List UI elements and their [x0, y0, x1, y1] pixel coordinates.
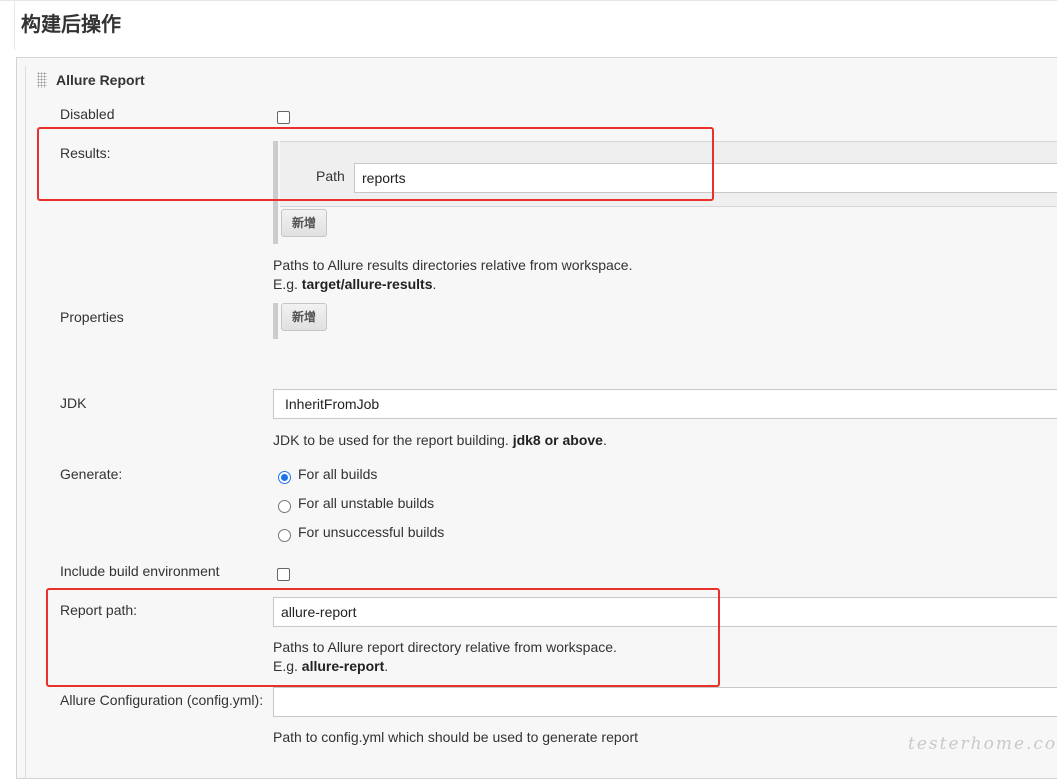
config-input[interactable] — [273, 687, 1057, 717]
radio-all-builds-label[interactable]: For all builds — [298, 466, 377, 482]
results-help-line1: Paths to Allure results directories rela… — [273, 257, 633, 273]
include-env-label: Include build environment — [60, 563, 220, 579]
jdk-help: JDK to be used for the report building. … — [273, 431, 607, 450]
results-help-eg-prefix: E.g. — [273, 276, 302, 292]
results-help-eg-suffix: . — [432, 276, 437, 292]
radio-unsuccessful-builds-label[interactable]: For unsuccessful builds — [298, 524, 444, 540]
drag-handle-icon[interactable] — [37, 72, 47, 88]
section-title: 构建后操作 — [21, 14, 121, 36]
results-add-button[interactable]: 新增 — [281, 209, 327, 237]
jdk-help-bold: jdk8 or above — [512, 432, 603, 448]
generate-label: Generate: — [60, 466, 123, 482]
radio-unsuccessful-builds[interactable] — [278, 529, 291, 542]
left-divider — [14, 0, 15, 50]
results-highlight-box — [37, 127, 714, 201]
plugin-title: Allure Report — [56, 72, 145, 88]
properties-repeatable — [273, 303, 278, 339]
results-help: Paths to Allure results directories rela… — [273, 256, 632, 294]
results-help-eg-value: target/allure-results — [301, 276, 433, 292]
include-env-checkbox[interactable] — [277, 568, 290, 581]
config-help: Path to config.yml which should be used … — [273, 729, 638, 745]
disabled-label: Disabled — [60, 106, 115, 122]
properties-label: Properties — [60, 309, 124, 325]
jdk-label: JDK — [60, 395, 87, 411]
disabled-checkbox[interactable] — [277, 111, 290, 124]
properties-add-button[interactable]: 新增 — [281, 303, 327, 331]
config-label: Allure Configuration (config.yml): — [60, 692, 264, 708]
report-path-highlight-box — [46, 588, 720, 687]
jdk-select[interactable]: InheritFromJob — [273, 389, 1057, 419]
top-divider — [0, 0, 1057, 1]
radio-all-builds[interactable] — [278, 471, 291, 484]
jdk-help-prefix: JDK to be used for the report building. — [273, 432, 513, 448]
watermark: testerhome.com — [908, 734, 1057, 754]
results-help-example: E.g. target/allure-results. — [273, 275, 632, 294]
jdk-help-suffix: . — [602, 432, 607, 448]
radio-unstable-builds-label[interactable]: For all unstable builds — [298, 495, 434, 511]
radio-unstable-builds[interactable] — [278, 500, 291, 513]
